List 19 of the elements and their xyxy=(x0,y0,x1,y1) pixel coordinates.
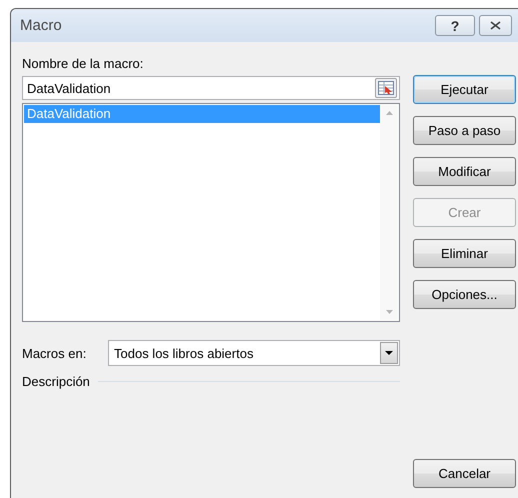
dropdown[interactable]: Todos los libros abiertos xyxy=(108,340,400,366)
help-button[interactable]: ? xyxy=(435,15,475,36)
table-arrow-icon xyxy=(378,81,394,95)
window-title: Macro xyxy=(20,17,63,34)
section-label: Descripción xyxy=(22,374,90,389)
close-icon xyxy=(490,21,501,30)
field-label: Macros en: xyxy=(22,346,88,360)
close-button[interactable] xyxy=(479,15,512,36)
cancel-button[interactable]: Cancelar xyxy=(413,459,516,488)
dialog-button[interactable]: Eliminar xyxy=(413,239,516,268)
field-label: Nombre de la macro: xyxy=(22,56,144,72)
dialog-button[interactable]: Paso a paso xyxy=(413,116,516,145)
dialog-button[interactable]: Modificar xyxy=(413,157,516,186)
dropdown-button[interactable] xyxy=(380,342,398,364)
dialog-button[interactable]: Ejecutar xyxy=(413,75,516,104)
caret-icon xyxy=(385,351,393,355)
range-select-button[interactable] xyxy=(375,78,397,98)
dialog-button[interactable]: Opciones... xyxy=(413,280,516,309)
macro-name-field[interactable]: DataValidation xyxy=(22,76,400,100)
